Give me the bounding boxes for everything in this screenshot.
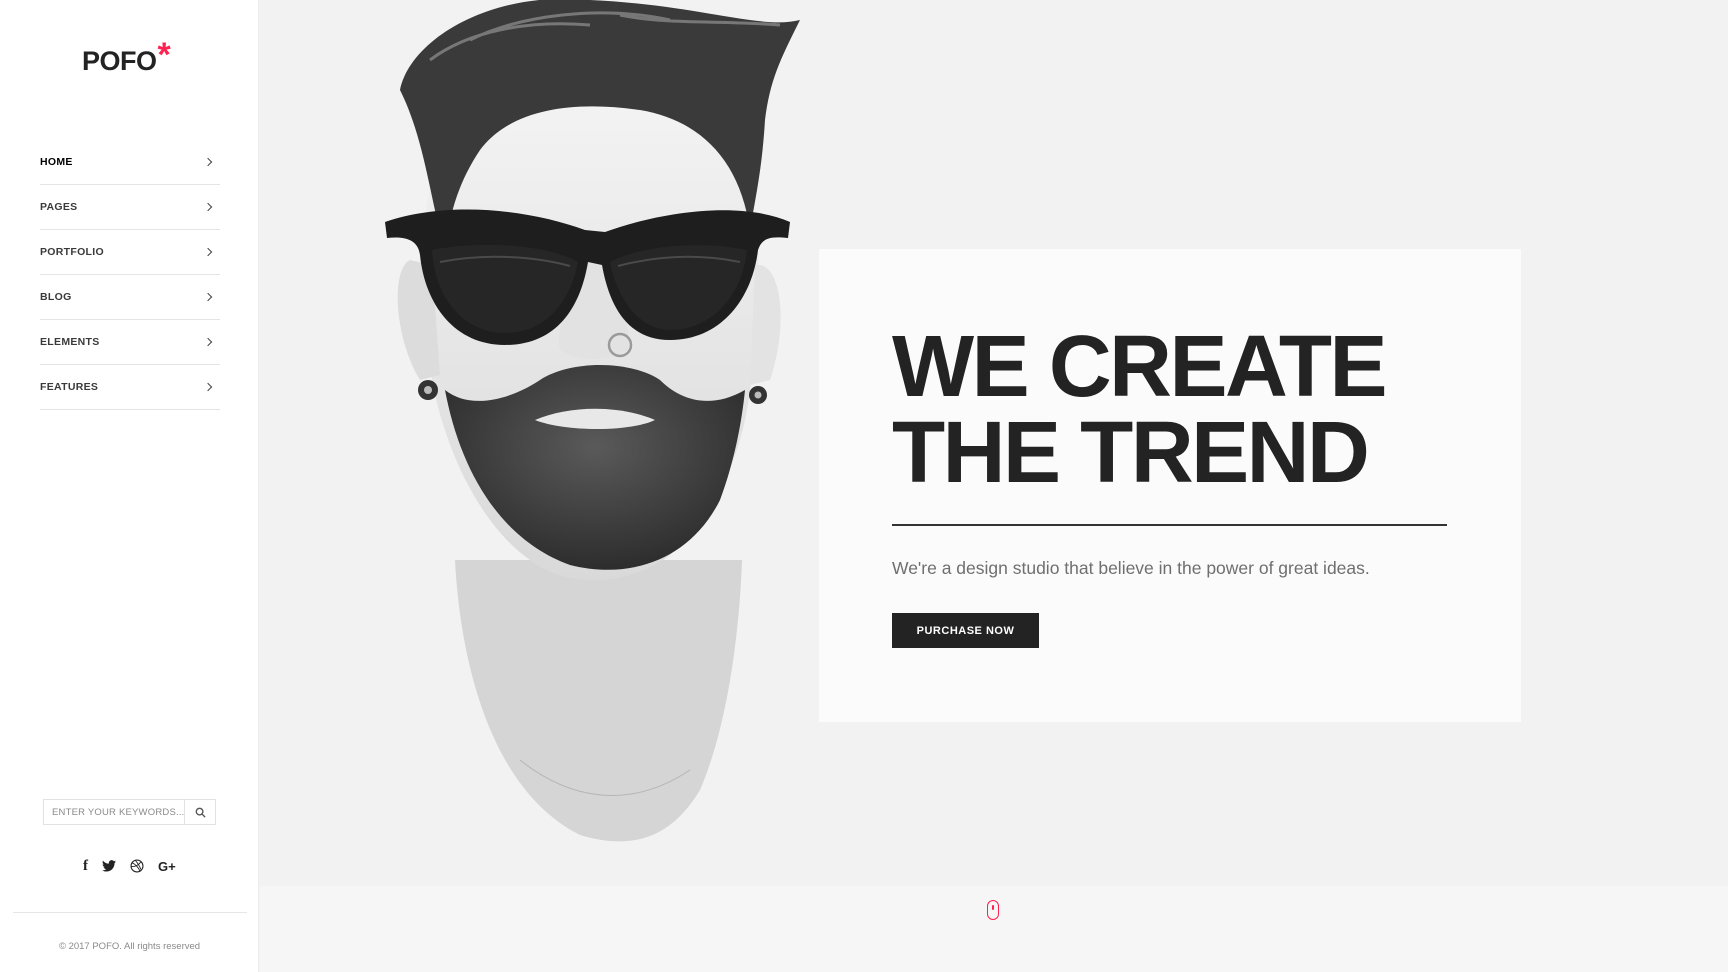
hero-headline-line-1: WE CREATE bbox=[892, 318, 1388, 415]
hero-headline-line-2: THE TREND bbox=[892, 404, 1370, 501]
twitter-icon[interactable] bbox=[102, 858, 116, 874]
mouse-scroll-icon[interactable] bbox=[987, 900, 999, 920]
search-form bbox=[43, 799, 216, 825]
search-input[interactable] bbox=[44, 800, 184, 824]
logo[interactable]: POFO* bbox=[82, 36, 171, 79]
chevron-right-icon bbox=[203, 337, 213, 347]
logo-asterisk: * bbox=[157, 36, 171, 74]
copyright-text: © 2017 POFO. All rights reserved bbox=[58, 941, 201, 952]
chevron-right-icon bbox=[203, 247, 213, 257]
purchase-now-button[interactable]: PURCHASE NOW bbox=[892, 613, 1039, 648]
chevron-right-icon bbox=[203, 382, 213, 392]
nav-item-label: PAGES bbox=[40, 201, 78, 213]
nav-item-label: ELEMENTS bbox=[40, 336, 100, 348]
nav-item-blog[interactable]: BLOG bbox=[40, 275, 220, 320]
chevron-right-icon bbox=[203, 202, 213, 212]
nav-item-label: BLOG bbox=[40, 291, 72, 303]
hero-tagline: We're a design studio that believe in th… bbox=[892, 558, 1370, 578]
nav-item-label: HOME bbox=[40, 156, 73, 168]
main-nav: HOME PAGES PORTFOLIO BLOG ELEMENTS FEATU… bbox=[40, 140, 220, 410]
facebook-icon[interactable]: f bbox=[83, 858, 88, 874]
chevron-right-icon bbox=[203, 292, 213, 302]
logo-text: POFO bbox=[82, 46, 157, 76]
nav-item-features[interactable]: FEATURES bbox=[40, 365, 220, 410]
hero-headline: WE CREATE THE TREND bbox=[892, 318, 1388, 501]
search-button[interactable] bbox=[184, 800, 215, 824]
sidebar-divider bbox=[13, 912, 247, 913]
mouse-wheel bbox=[991, 905, 994, 910]
hero-bottom-strip bbox=[260, 886, 1728, 972]
nav-item-elements[interactable]: ELEMENTS bbox=[40, 320, 220, 365]
sidebar: POFO* HOME PAGES PORTFOLIO BLOG ELEMENTS bbox=[0, 0, 259, 972]
chevron-right-icon bbox=[203, 157, 213, 167]
hero-divider bbox=[892, 524, 1447, 526]
nav-item-home[interactable]: HOME bbox=[40, 140, 220, 185]
dribbble-icon[interactable] bbox=[130, 858, 144, 874]
nav-item-pages[interactable]: PAGES bbox=[40, 185, 220, 230]
nav-item-label: PORTFOLIO bbox=[40, 246, 104, 258]
hero-portrait-image bbox=[385, 0, 800, 842]
page: POFO* HOME PAGES PORTFOLIO BLOG ELEMENTS bbox=[0, 0, 1728, 972]
social-links: f G+ bbox=[83, 858, 176, 874]
google-plus-icon[interactable]: G+ bbox=[158, 858, 176, 874]
hero-card: WE CREATE THE TREND We're a design studi… bbox=[819, 249, 1521, 722]
nav-item-portfolio[interactable]: PORTFOLIO bbox=[40, 230, 220, 275]
nav-item-label: FEATURES bbox=[40, 381, 99, 393]
search-icon bbox=[195, 807, 206, 818]
